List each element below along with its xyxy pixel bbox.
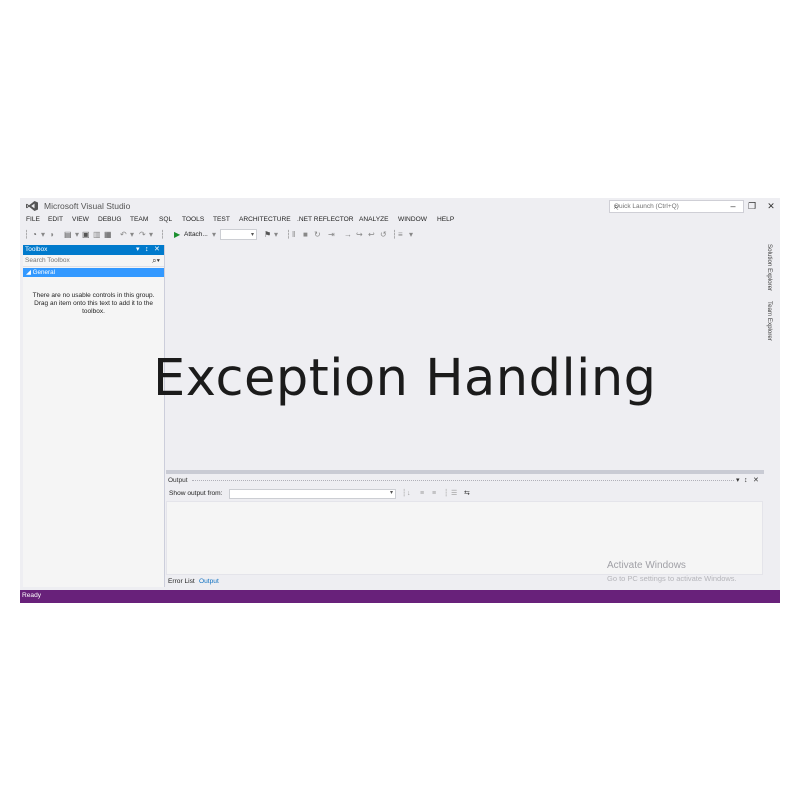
- toolbar-options-icon[interactable]: ≡: [398, 229, 403, 240]
- save-icon[interactable]: ▥: [93, 229, 101, 240]
- activate-windows-title: Activate Windows: [607, 560, 686, 571]
- search-icon: ⌕: [614, 202, 619, 211]
- tab-output[interactable]: Output: [199, 577, 219, 587]
- back-icon[interactable]: ◔: [32, 229, 37, 240]
- word-wrap-icon[interactable]: ☰: [451, 489, 457, 499]
- toolbox-title: Toolbox: [25, 246, 48, 253]
- panel-splitter[interactable]: [166, 470, 764, 474]
- panel-close-icon[interactable]: ✕: [753, 476, 759, 486]
- standard-toolbar: ┆ ◔ ▾ ◑ ▤ ▾ ▣ ▥ ▦ ↶ ▾ ↷ ▾ ┆ ▶ Attach... …: [24, 229, 444, 241]
- find-message-icon[interactable]: ┆: [402, 489, 406, 499]
- minimize-button[interactable]: –: [726, 200, 740, 212]
- menu-net-reflector[interactable]: .NET REFLECTOR: [297, 216, 354, 223]
- tab-team-explorer[interactable]: Team Explorer: [766, 301, 773, 341]
- menu-team[interactable]: TEAM: [130, 216, 148, 223]
- tab-error-list[interactable]: Error List: [168, 577, 195, 587]
- refresh-icon[interactable]: ↺: [380, 229, 387, 240]
- redo-dropdown-icon[interactable]: ▾: [149, 229, 153, 240]
- output-title: Output: [168, 477, 188, 484]
- attach-button[interactable]: Attach...: [184, 229, 208, 240]
- restart-icon[interactable]: ↻: [314, 229, 321, 240]
- toolbox-panel: Toolbox ▾ ↕ ✕ ⌕▾ ◢ General There are no …: [23, 245, 165, 587]
- panel-close-icon[interactable]: ✕: [154, 245, 160, 255]
- quick-launch-input[interactable]: Quick Launch (Ctrl+Q) ⌕: [609, 200, 744, 213]
- new-project-icon[interactable]: ▤: [64, 229, 72, 240]
- output-grip: [192, 480, 734, 481]
- toolbar-separator-3: ┆: [392, 230, 397, 239]
- toolbox-search: ⌕▾: [23, 255, 164, 267]
- output-toolbar: Show output from: ▾ ┆ ↓ ≡ ≡ ┆ ☰ ⇆: [166, 488, 764, 500]
- undo-icon[interactable]: ↶: [120, 229, 127, 240]
- undo-dropdown-icon[interactable]: ▾: [130, 229, 134, 240]
- status-text: Ready: [22, 592, 42, 599]
- step-out-icon[interactable]: ↩: [368, 229, 375, 240]
- activate-windows-subtitle: Go to PC settings to activate Windows.: [607, 574, 737, 583]
- panel-dropdown-icon[interactable]: ▾: [736, 476, 740, 486]
- forward-icon[interactable]: ◑: [49, 229, 54, 240]
- title-bar: Microsoft Visual Studio Quick Launch (Ct…: [20, 198, 780, 214]
- tab-solution-explorer[interactable]: Solution Explorer: [766, 244, 773, 291]
- find-in-files-icon[interactable]: ⚑: [264, 229, 271, 240]
- toolbar-overflow-icon[interactable]: ▾: [409, 229, 413, 240]
- show-output-label: Show output from:: [169, 490, 223, 497]
- step-into-icon[interactable]: →: [344, 229, 352, 240]
- app-title: Microsoft Visual Studio: [44, 201, 131, 211]
- go-to-previous-icon[interactable]: ↓: [407, 489, 411, 499]
- menu-view[interactable]: VIEW: [72, 216, 89, 223]
- menu-sql[interactable]: SQL: [159, 216, 172, 223]
- solution-config-select[interactable]: ▾: [220, 229, 257, 240]
- start-debugging-icon[interactable]: ▶: [174, 229, 180, 240]
- visual-studio-logo-icon: [26, 201, 38, 211]
- toggle-word-wrap-icon[interactable]: ⇆: [464, 489, 470, 499]
- menu-architecture[interactable]: ARCHITECTURE: [239, 216, 291, 223]
- pause-icon[interactable]: ‖: [292, 229, 295, 240]
- menu-edit[interactable]: EDIT: [48, 216, 63, 223]
- find-dropdown-icon[interactable]: ▾: [274, 229, 278, 240]
- show-next-statement-icon[interactable]: ⇥: [328, 229, 335, 240]
- go-to-next-icon[interactable]: ≡: [420, 489, 424, 499]
- menu-bar: FILE EDIT VIEW DEBUG TEAM SQL TOOLS TEST…: [20, 215, 480, 227]
- menu-file[interactable]: FILE: [26, 216, 40, 223]
- toolbar-separator: ┆: [444, 490, 449, 497]
- attach-dropdown-icon[interactable]: ▾: [212, 229, 216, 240]
- menu-debug[interactable]: DEBUG: [98, 216, 121, 223]
- toolbox-header: Toolbox ▾ ↕ ✕: [23, 245, 164, 255]
- chevron-down-icon: ▾: [250, 232, 254, 238]
- new-project-dropdown-icon[interactable]: ▾: [75, 229, 79, 240]
- restore-button[interactable]: ❐: [745, 200, 759, 212]
- status-bar: Ready: [20, 590, 780, 603]
- menu-analyze[interactable]: ANALYZE: [359, 216, 389, 223]
- menu-window[interactable]: WINDOW: [398, 216, 427, 223]
- search-icon[interactable]: ⌕▾: [152, 255, 160, 266]
- side-tab-strip: Solution Explorer Team Explorer: [763, 242, 777, 352]
- toolbar-grip-icon: ┆: [24, 230, 29, 239]
- menu-test[interactable]: TEST: [213, 216, 230, 223]
- menu-tools[interactable]: TOOLS: [182, 216, 204, 223]
- open-file-icon[interactable]: ▣: [82, 229, 90, 240]
- toolbar-separator: ┆: [160, 230, 165, 239]
- close-button[interactable]: ✕: [764, 200, 778, 212]
- toolbar-separator-2: ┆: [286, 230, 291, 239]
- output-source-select[interactable]: ▾: [229, 489, 396, 499]
- menu-help[interactable]: HELP: [437, 216, 454, 223]
- save-all-icon[interactable]: ▦: [104, 229, 112, 240]
- toolbox-group-general[interactable]: ◢ General: [23, 268, 164, 277]
- overlay-heading: Exception Handling: [153, 349, 657, 408]
- step-over-icon[interactable]: ↪: [356, 229, 363, 240]
- panel-dropdown-icon[interactable]: ▾: [136, 245, 140, 255]
- redo-icon[interactable]: ↷: [139, 229, 146, 240]
- clear-all-icon[interactable]: ≡: [432, 489, 436, 499]
- stop-icon[interactable]: ■: [303, 229, 308, 240]
- back-dropdown-icon[interactable]: ▾: [41, 229, 45, 240]
- toolbox-search-input[interactable]: [23, 255, 133, 266]
- chevron-down-icon: ▾: [389, 490, 393, 496]
- pin-icon[interactable]: ↕: [744, 476, 748, 486]
- pin-icon[interactable]: ↕: [145, 245, 149, 255]
- toolbox-empty-message[interactable]: There are no usable controls in this gro…: [23, 292, 164, 316]
- output-header: Output ▾ ↕ ✕: [166, 476, 764, 486]
